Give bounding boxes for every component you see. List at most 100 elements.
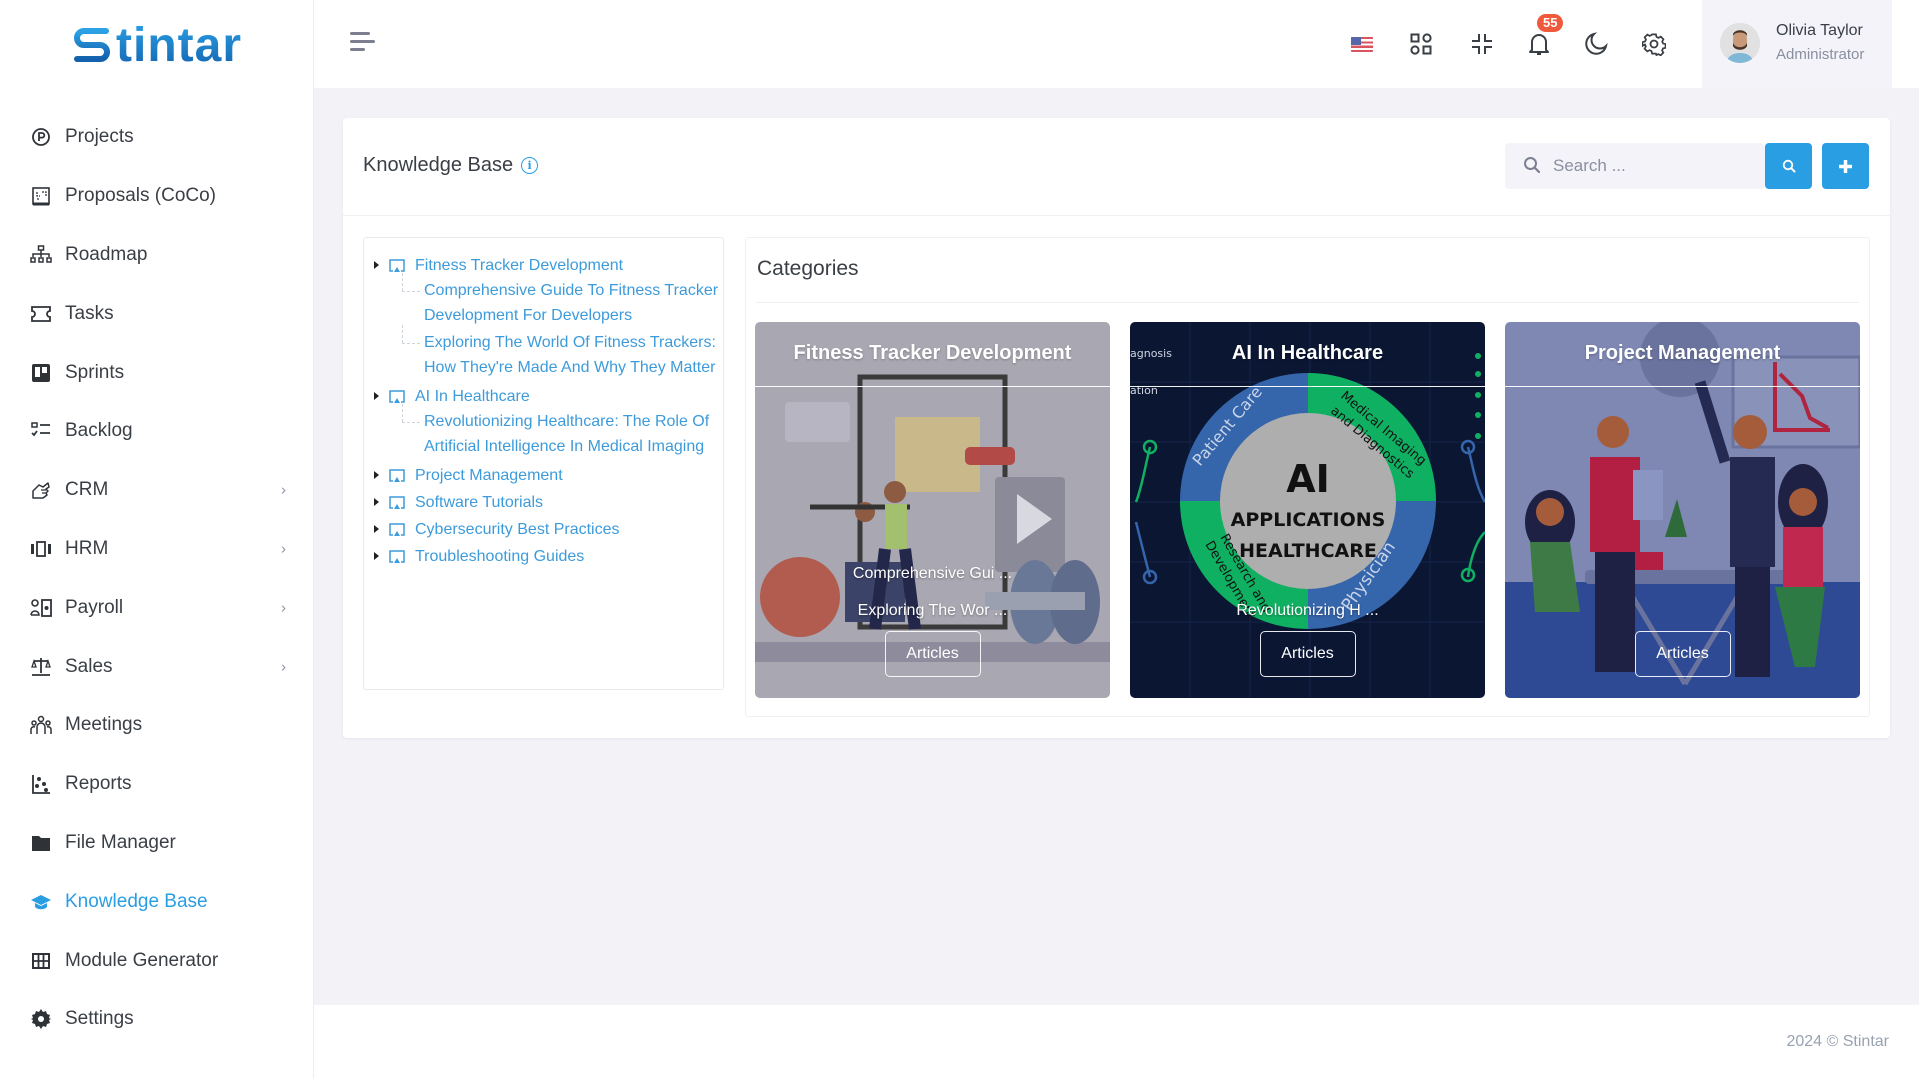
theme-toggle-button[interactable] xyxy=(1580,28,1612,60)
sidebar-item-backlog[interactable]: Backlog xyxy=(0,402,314,461)
board-icon xyxy=(30,362,52,384)
airplay-icon xyxy=(389,549,405,563)
handshake-icon xyxy=(30,479,52,501)
proposal-icon xyxy=(30,185,52,207)
sidebar-item-label: Backlog xyxy=(65,420,133,442)
ai-line2-text: HEALTHCARE xyxy=(1239,540,1377,562)
sidebar-item-hrm[interactable]: HRM › xyxy=(0,520,314,579)
tree-node: Software Tutorials xyxy=(374,489,723,516)
tree-children: Revolutionizing Healthcare: The Role Of … xyxy=(402,404,723,459)
tree-node-ai-in-healthcare[interactable]: AI In Healthcare xyxy=(374,383,723,410)
articles-button[interactable]: Articles xyxy=(1259,631,1356,677)
tree-node: Project Management xyxy=(374,462,723,489)
divider xyxy=(1130,386,1485,387)
settings-button[interactable] xyxy=(1638,28,1670,60)
tree-node-fitness-tracker-development[interactable]: Fitness Tracker Development xyxy=(374,252,723,279)
apps-grid-icon xyxy=(1410,33,1432,55)
tree-node-troubleshooting-guides[interactable]: Troubleshooting Guides xyxy=(374,543,723,570)
category-article-link[interactable]: Revolutionizing H ... xyxy=(1130,602,1485,620)
tree-node-project-management[interactable]: Project Management xyxy=(374,462,723,489)
sidebar-item-label: Meetings xyxy=(65,714,143,736)
sidebar-item-projects[interactable]: Projects xyxy=(0,108,314,167)
chevron-right-icon: › xyxy=(281,658,286,676)
sidebar-item-module-generator[interactable]: Module Generator xyxy=(0,931,314,990)
airplay-icon xyxy=(389,468,405,482)
tree-article-link[interactable]: Comprehensive Guide To Fitness Tracker D… xyxy=(402,273,723,328)
airplay-icon xyxy=(389,258,405,272)
tree-node-label: Software Tutorials xyxy=(415,493,544,511)
add-button[interactable] xyxy=(1822,143,1869,189)
caret-right-icon[interactable] xyxy=(374,497,379,506)
search-button[interactable] xyxy=(1765,143,1812,189)
page-title: Knowledge Base i xyxy=(363,154,539,177)
category-article-link[interactable]: Exploring The Wor ... xyxy=(755,602,1110,620)
checklist-icon xyxy=(30,420,52,442)
ticket-icon xyxy=(30,303,52,325)
topbar: 55 Olivia Taylor Administrator xyxy=(314,0,1919,88)
categories-panel: Categories Fitness Tracker Development C… xyxy=(745,237,1870,717)
tree-node-label: AI In Healthcare xyxy=(415,387,530,405)
sidebar-item-label: Module Generator xyxy=(65,949,219,971)
sidebar-item-file-manager[interactable]: File Manager xyxy=(0,814,314,873)
sidebar-item-crm[interactable]: CRM › xyxy=(0,461,314,520)
user-menu[interactable]: Olivia Taylor Administrator xyxy=(1702,0,1892,88)
sidebar-item-reports[interactable]: Reports xyxy=(0,755,314,814)
info-icon[interactable]: i xyxy=(521,157,539,174)
chevron-right-icon: › xyxy=(281,599,286,617)
sidebar-item-label: HRM xyxy=(65,537,109,559)
sidebar-item-settings[interactable]: Settings xyxy=(0,990,314,1049)
sidebar-menu: Projects Proposals (CoCo) Roadmap Tasks … xyxy=(0,108,314,1049)
category-card-project-management[interactable]: Project Management Articles xyxy=(1505,322,1860,698)
divider xyxy=(756,302,1859,303)
category-card-fitness[interactable]: Fitness Tracker Development Comprehensiv… xyxy=(755,322,1110,698)
sidebar-item-label: Settings xyxy=(65,1008,134,1030)
sidebar-item-label: Sprints xyxy=(65,361,125,383)
caret-right-icon[interactable] xyxy=(374,260,379,269)
sidebar-item-tasks[interactable]: Tasks xyxy=(0,284,314,343)
articles-button[interactable]: Articles xyxy=(1634,631,1731,677)
fullscreen-button[interactable] xyxy=(1466,28,1498,60)
sidebar-item-label: Tasks xyxy=(65,302,114,324)
sidebar-item-sprints[interactable]: Sprints xyxy=(0,343,314,402)
divider xyxy=(343,215,1890,216)
apps-button[interactable] xyxy=(1405,28,1437,60)
ai-line1-text: APPLICATIONS xyxy=(1231,509,1386,531)
language-button[interactable] xyxy=(1346,28,1378,60)
sidebar-item-label: Payroll xyxy=(65,596,124,618)
sidebar-item-sales[interactable]: Sales › xyxy=(0,637,314,696)
sidebar-item-proposals[interactable]: Proposals (CoCo) xyxy=(0,167,314,226)
sidebar-item-knowledge-base[interactable]: Knowledge Base xyxy=(0,872,314,931)
airplay-icon xyxy=(389,522,405,536)
sidebar-item-label: Projects xyxy=(65,126,134,148)
tree-node-cybersecurity-best-practices[interactable]: Cybersecurity Best Practices xyxy=(374,516,723,543)
articles-button[interactable]: Articles xyxy=(884,631,981,677)
tree-node-software-tutorials[interactable]: Software Tutorials xyxy=(374,489,723,516)
team-icon xyxy=(30,714,52,736)
grid-icon xyxy=(30,950,52,972)
payroll-icon xyxy=(30,597,52,619)
tree-node: Fitness Tracker Development Comprehensiv… xyxy=(374,252,723,380)
carousel-icon xyxy=(30,538,52,560)
cog-icon xyxy=(30,1008,52,1030)
plus-icon xyxy=(1839,159,1852,173)
menu-toggle-icon[interactable] xyxy=(350,32,376,54)
notifications-button[interactable]: 55 xyxy=(1523,14,1564,60)
tree-article-link[interactable]: Revolutionizing Healthcare: The Role Of … xyxy=(402,404,723,459)
category-card-ai-healthcare[interactable]: agnosis ation AI APPLICATIONS HEALTHCARE… xyxy=(1130,322,1485,698)
tree-article-link[interactable]: Exploring The World Of Fitness Trackers:… xyxy=(402,325,723,380)
avatar xyxy=(1720,23,1760,63)
caret-right-icon[interactable] xyxy=(374,391,379,400)
stintar-s-logo-icon xyxy=(74,28,110,62)
caret-right-icon[interactable] xyxy=(374,524,379,533)
brand-logo[interactable]: tintar xyxy=(72,18,242,74)
sidebar-item-roadmap[interactable]: Roadmap xyxy=(0,226,314,285)
tree-children: Comprehensive Guide To Fitness Tracker D… xyxy=(402,273,723,380)
category-article-link[interactable]: Comprehensive Gui ... xyxy=(755,565,1110,583)
fullscreen-exit-icon xyxy=(1472,34,1492,54)
search-input[interactable] xyxy=(1553,143,1753,189)
tree-node-label: Cybersecurity Best Practices xyxy=(415,520,620,538)
sidebar-item-meetings[interactable]: Meetings xyxy=(0,696,314,755)
caret-right-icon[interactable] xyxy=(374,470,379,479)
caret-right-icon[interactable] xyxy=(374,551,379,560)
sidebar-item-payroll[interactable]: Payroll › xyxy=(0,578,314,637)
